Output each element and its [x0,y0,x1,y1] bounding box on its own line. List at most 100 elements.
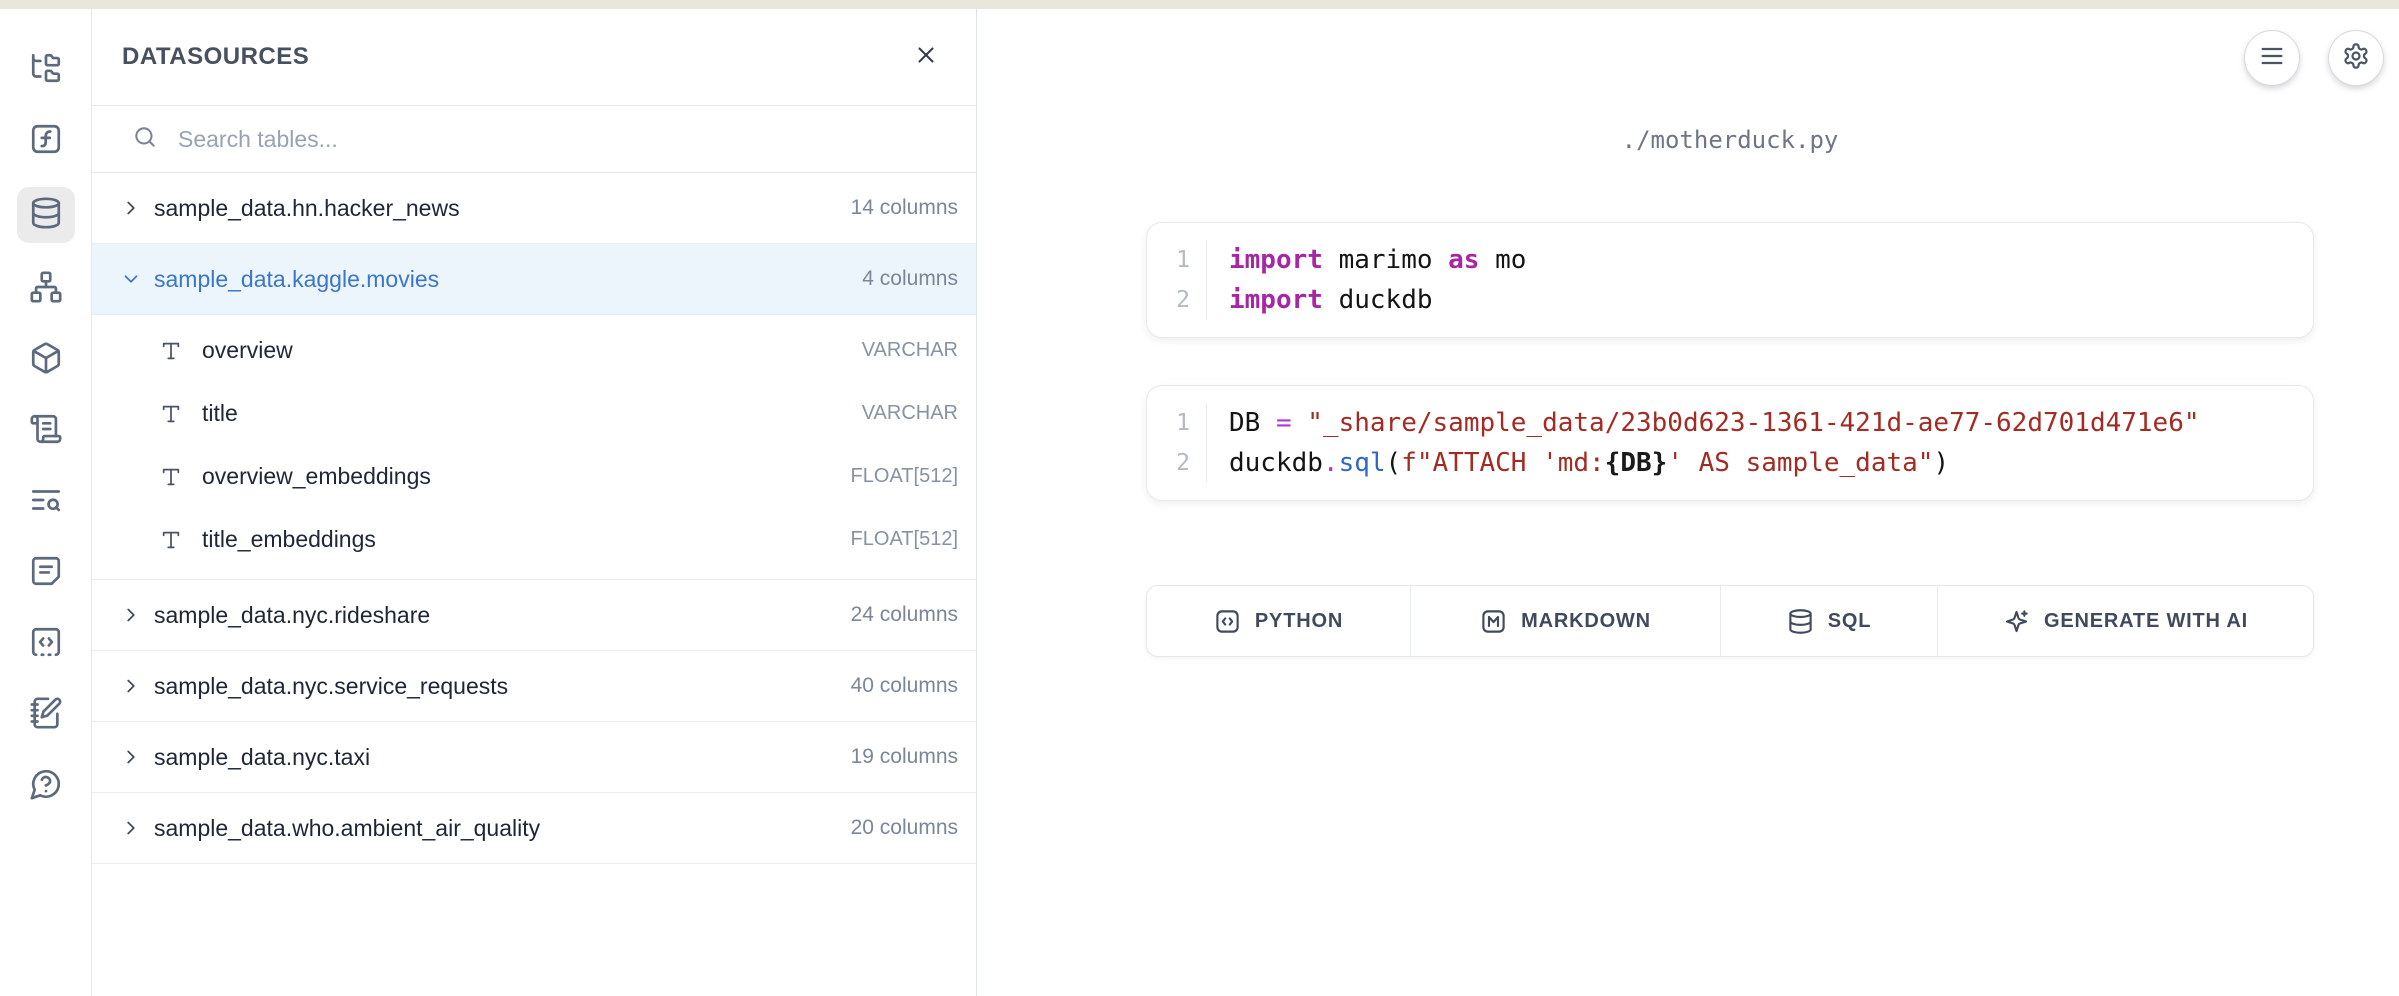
table-name: sample_data.hn.hacker_news [154,195,851,222]
datasources-panel-header: DATASOURCES [92,9,976,106]
column-name: overview [202,337,862,364]
activity-item-datasources[interactable] [17,187,75,243]
add-button-label: GENERATE WITH AI [2044,610,2248,633]
folder-tree-icon [29,51,63,90]
activity-item-documentation[interactable] [17,548,75,598]
generate-with-ai-button[interactable]: GENERATE WITH AI [1938,586,2313,656]
column-row[interactable]: title_embeddingsFLOAT[512] [92,508,976,571]
code-content[interactable]: import marimo as mo [1207,240,1526,280]
table-columns-count: 19 columns [851,745,958,769]
code-line: 2import duckdb [1147,280,2313,320]
close-icon [913,42,939,73]
top-accent-bar [0,0,2399,9]
activity-bar [0,9,92,996]
table-name: sample_data.nyc.taxi [154,744,851,771]
close-panel-button[interactable] [906,37,946,77]
help-chat-icon [29,767,63,806]
chevron-right-icon [120,746,142,768]
type-icon [160,466,182,488]
activity-item-dependencies[interactable] [17,264,75,314]
cells-container: 1import marimo as mo2import duckdb1DB = … [1146,222,2314,501]
database-icon [29,196,63,235]
column-name: overview_embeddings [202,463,851,490]
add-button-label: SQL [1828,610,1872,633]
column-name: title_embeddings [202,526,851,553]
code-cell[interactable]: 1DB = "_share/sample_data/23b0d623-1361-… [1146,385,2314,501]
gear-icon [2342,42,2370,75]
main-editor-area: ./motherduck.py 1import marimo as mo2imp… [977,9,2399,996]
code-line: 1DB = "_share/sample_data/23b0d623-1361-… [1147,403,2313,443]
chevron-right-icon [120,817,142,839]
chevron-right-icon [120,197,142,219]
column-type: FLOAT[512] [851,528,958,551]
line-number: 2 [1147,443,1207,483]
database-icon [1787,608,1814,635]
activity-item-variables[interactable] [17,116,75,166]
dependency-graph-icon [29,270,63,309]
activity-item-file-explorer[interactable] [17,45,75,95]
notebook-pen-icon [29,696,63,735]
function-square-icon [29,122,63,161]
activity-item-scratchpad[interactable] [17,690,75,740]
notebook-filename: ./motherduck.py [1146,9,2314,154]
datasources-panel: DATASOURCES sample_data.hn.hacker_news14… [92,9,977,996]
line-number: 1 [1147,403,1207,443]
table-columns-count: 4 columns [862,267,958,291]
package-icon [29,341,63,380]
add-button-label: MARKDOWN [1521,610,1651,633]
app-root: DATASOURCES sample_data.hn.hacker_news14… [0,9,2399,996]
table-list: sample_data.hn.hacker_news14 columnssamp… [92,173,976,996]
table-row[interactable]: sample_data.who.ambient_air_quality20 co… [92,793,976,864]
activity-item-help[interactable] [17,761,75,811]
column-row[interactable]: titleVARCHAR [92,382,976,445]
code-content[interactable]: import duckdb [1207,280,1433,320]
menu-icon [2258,42,2286,75]
sparkles-icon [2003,608,2030,635]
add-sql-cell-button[interactable]: SQL [1721,586,1938,656]
add-button-label: PYTHON [1255,610,1343,633]
activity-item-outline[interactable] [17,406,75,456]
type-icon [160,529,182,551]
chevron-right-icon [120,604,142,626]
table-row[interactable]: sample_data.nyc.rideshare24 columns [92,580,976,651]
column-row[interactable]: overviewVARCHAR [92,319,976,382]
code-line: 1import marimo as mo [1147,240,2313,280]
add-markdown-cell-button[interactable]: MARKDOWN [1411,586,1721,656]
type-icon [160,403,182,425]
code-cell[interactable]: 1import marimo as mo2import duckdb [1146,222,2314,338]
table-columns-count: 40 columns [851,674,958,698]
chevron-right-icon [120,675,142,697]
search-row [92,106,976,173]
list-search-icon [29,483,63,522]
column-type: VARCHAR [862,339,958,362]
settings-button[interactable] [2328,30,2384,86]
code-square-small-icon [1214,608,1241,635]
search-icon [132,124,158,155]
activity-item-snippets[interactable] [17,619,75,669]
panel-title: DATASOURCES [122,43,309,71]
column-type: FLOAT[512] [851,465,958,488]
markdown-icon [1480,608,1507,635]
code-line: 2duckdb.sql(f"ATTACH 'md:{DB}' AS sample… [1147,443,2313,483]
code-content[interactable]: duckdb.sql(f"ATTACH 'md:{DB}' AS sample_… [1207,443,1949,483]
add-python-cell-button[interactable]: PYTHON [1147,586,1411,656]
table-row[interactable]: sample_data.nyc.taxi19 columns [92,722,976,793]
table-columns-count: 20 columns [851,816,958,840]
search-tables-input[interactable] [178,126,976,153]
column-group: overviewVARCHARtitleVARCHARoverview_embe… [92,315,976,580]
chevron-down-icon [120,268,142,290]
table-row[interactable]: sample_data.nyc.service_requests40 colum… [92,651,976,722]
table-row[interactable]: sample_data.kaggle.movies4 columns [92,244,976,315]
table-name: sample_data.nyc.rideshare [154,602,851,629]
header-actions [2244,30,2384,86]
notebook-column: ./motherduck.py 1import marimo as mo2imp… [1146,9,2314,657]
activity-item-packages[interactable] [17,335,75,385]
table-row[interactable]: sample_data.hn.hacker_news14 columns [92,173,976,244]
line-number: 1 [1147,240,1207,280]
table-name: sample_data.who.ambient_air_quality [154,815,851,842]
code-square-icon [29,625,63,664]
menu-button[interactable] [2244,30,2300,86]
code-content[interactable]: DB = "_share/sample_data/23b0d623-1361-4… [1207,403,2200,443]
activity-item-logs[interactable] [17,477,75,527]
column-row[interactable]: overview_embeddingsFLOAT[512] [92,445,976,508]
